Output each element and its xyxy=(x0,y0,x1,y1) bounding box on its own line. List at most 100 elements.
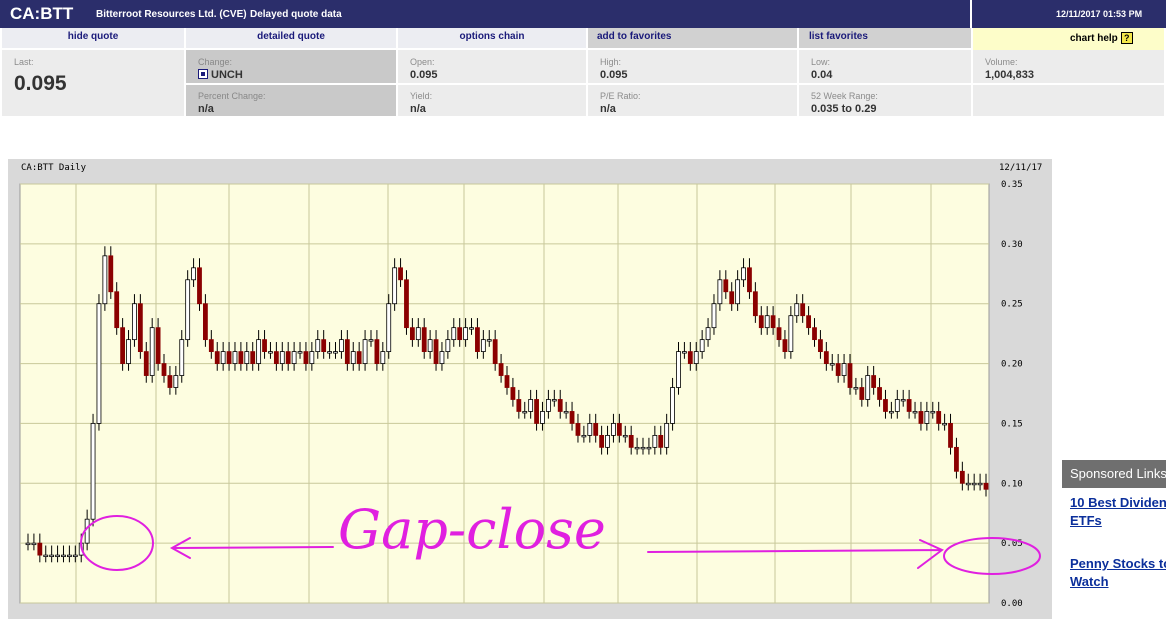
candle-body xyxy=(770,315,776,329)
candle-body xyxy=(203,303,208,341)
candle-body xyxy=(865,375,871,400)
candle-body xyxy=(924,411,930,424)
candle-body xyxy=(835,363,841,376)
dividend-etfs-link[interactable]: 10 Best Dividend ETFs xyxy=(1070,494,1166,530)
candle-body xyxy=(699,339,705,352)
candle-body xyxy=(611,423,616,436)
candle-body xyxy=(356,351,362,364)
candle-body xyxy=(693,351,699,364)
candle-body xyxy=(942,423,948,426)
candle-body xyxy=(480,339,486,352)
candle-body xyxy=(463,327,469,341)
candle-body xyxy=(747,267,752,293)
candle-body xyxy=(96,303,102,424)
candle-body xyxy=(31,542,37,546)
candle-body xyxy=(498,363,504,376)
candle-body xyxy=(84,518,90,544)
candle-body xyxy=(977,482,983,486)
candle-body xyxy=(61,554,66,558)
y-tick-label: 0.35 xyxy=(1001,180,1023,190)
y-tick-label: 0.05 xyxy=(1001,539,1023,549)
candle-body xyxy=(540,411,545,424)
candle-body xyxy=(758,315,764,329)
candle-body xyxy=(238,351,244,364)
candle-body xyxy=(409,327,415,341)
candle-body xyxy=(132,303,137,341)
candle-body xyxy=(244,351,250,364)
candle-body xyxy=(812,327,817,341)
candle-body xyxy=(451,327,457,341)
candle-body xyxy=(504,375,510,388)
candle-body xyxy=(43,554,49,558)
candle-body xyxy=(829,363,835,366)
candle-body xyxy=(557,399,563,412)
candle-body xyxy=(457,327,463,341)
candle-body xyxy=(55,554,60,558)
candle-body xyxy=(226,351,232,364)
dividend-etfs-link-line1: 10 Best Dividend xyxy=(1070,495,1166,510)
candle-body xyxy=(664,423,670,448)
chart-title: CA:BTT Daily xyxy=(21,163,87,173)
candle-body xyxy=(877,387,882,400)
candle-body xyxy=(616,423,622,436)
candle-body xyxy=(622,434,628,438)
candle-body xyxy=(492,339,498,364)
penny-stocks-link[interactable]: Penny Stocks to Watch xyxy=(1070,555,1166,591)
candle-body xyxy=(392,267,398,305)
candle-body xyxy=(208,339,214,352)
candle-body xyxy=(599,434,605,448)
candle-body xyxy=(859,387,865,400)
candle-body xyxy=(983,482,989,490)
candle-body xyxy=(362,339,368,364)
candle-body xyxy=(25,542,31,546)
candle-body xyxy=(309,351,315,364)
candle-body xyxy=(782,339,788,352)
candle-body xyxy=(587,423,593,436)
candle-body xyxy=(883,399,888,412)
candle-body xyxy=(37,542,43,556)
candle-body xyxy=(528,399,534,412)
candle-body xyxy=(670,387,675,424)
candle-body xyxy=(273,351,279,364)
candle-body xyxy=(344,339,350,364)
candle-body xyxy=(605,434,610,448)
candle-body xyxy=(752,291,758,317)
candle-body xyxy=(303,351,309,364)
candle-body xyxy=(49,554,55,558)
candle-body xyxy=(788,315,794,352)
candle-body xyxy=(853,387,859,390)
candle-body xyxy=(126,339,131,364)
candle-body xyxy=(250,351,256,364)
dividend-etfs-link-line2: ETFs xyxy=(1070,513,1102,528)
y-tick-label: 0.15 xyxy=(1001,419,1023,429)
candle-body xyxy=(404,279,409,329)
candle-body xyxy=(711,303,717,329)
candle-body xyxy=(563,411,569,414)
candle-body xyxy=(676,351,681,388)
y-tick-label: 0.30 xyxy=(1001,240,1023,250)
price-chart[interactable]: 0.35 0.30 0.25 0.20 0.15 0.10 0.05 0.00 xyxy=(0,0,1166,607)
candle-body xyxy=(658,434,664,448)
candle-body xyxy=(871,375,877,388)
candle-body xyxy=(906,399,912,412)
candle-body xyxy=(285,351,291,364)
candle-body xyxy=(717,279,723,305)
candle-body xyxy=(368,339,374,342)
candle-body xyxy=(486,339,492,342)
candle-body xyxy=(522,411,528,414)
candle-body xyxy=(427,339,433,352)
candle-body xyxy=(545,399,551,412)
candle-body xyxy=(167,375,173,388)
candle-body xyxy=(220,351,226,364)
candle-body xyxy=(398,267,403,281)
candle-body xyxy=(954,446,959,472)
candle-body xyxy=(315,339,321,352)
candle-body xyxy=(735,279,741,305)
candle-body xyxy=(634,446,640,450)
candle-body xyxy=(469,327,474,330)
candle-body xyxy=(569,411,575,424)
candle-body xyxy=(321,339,327,352)
candle-body xyxy=(729,291,735,305)
candle-body xyxy=(818,339,823,352)
candle-body xyxy=(628,434,634,448)
